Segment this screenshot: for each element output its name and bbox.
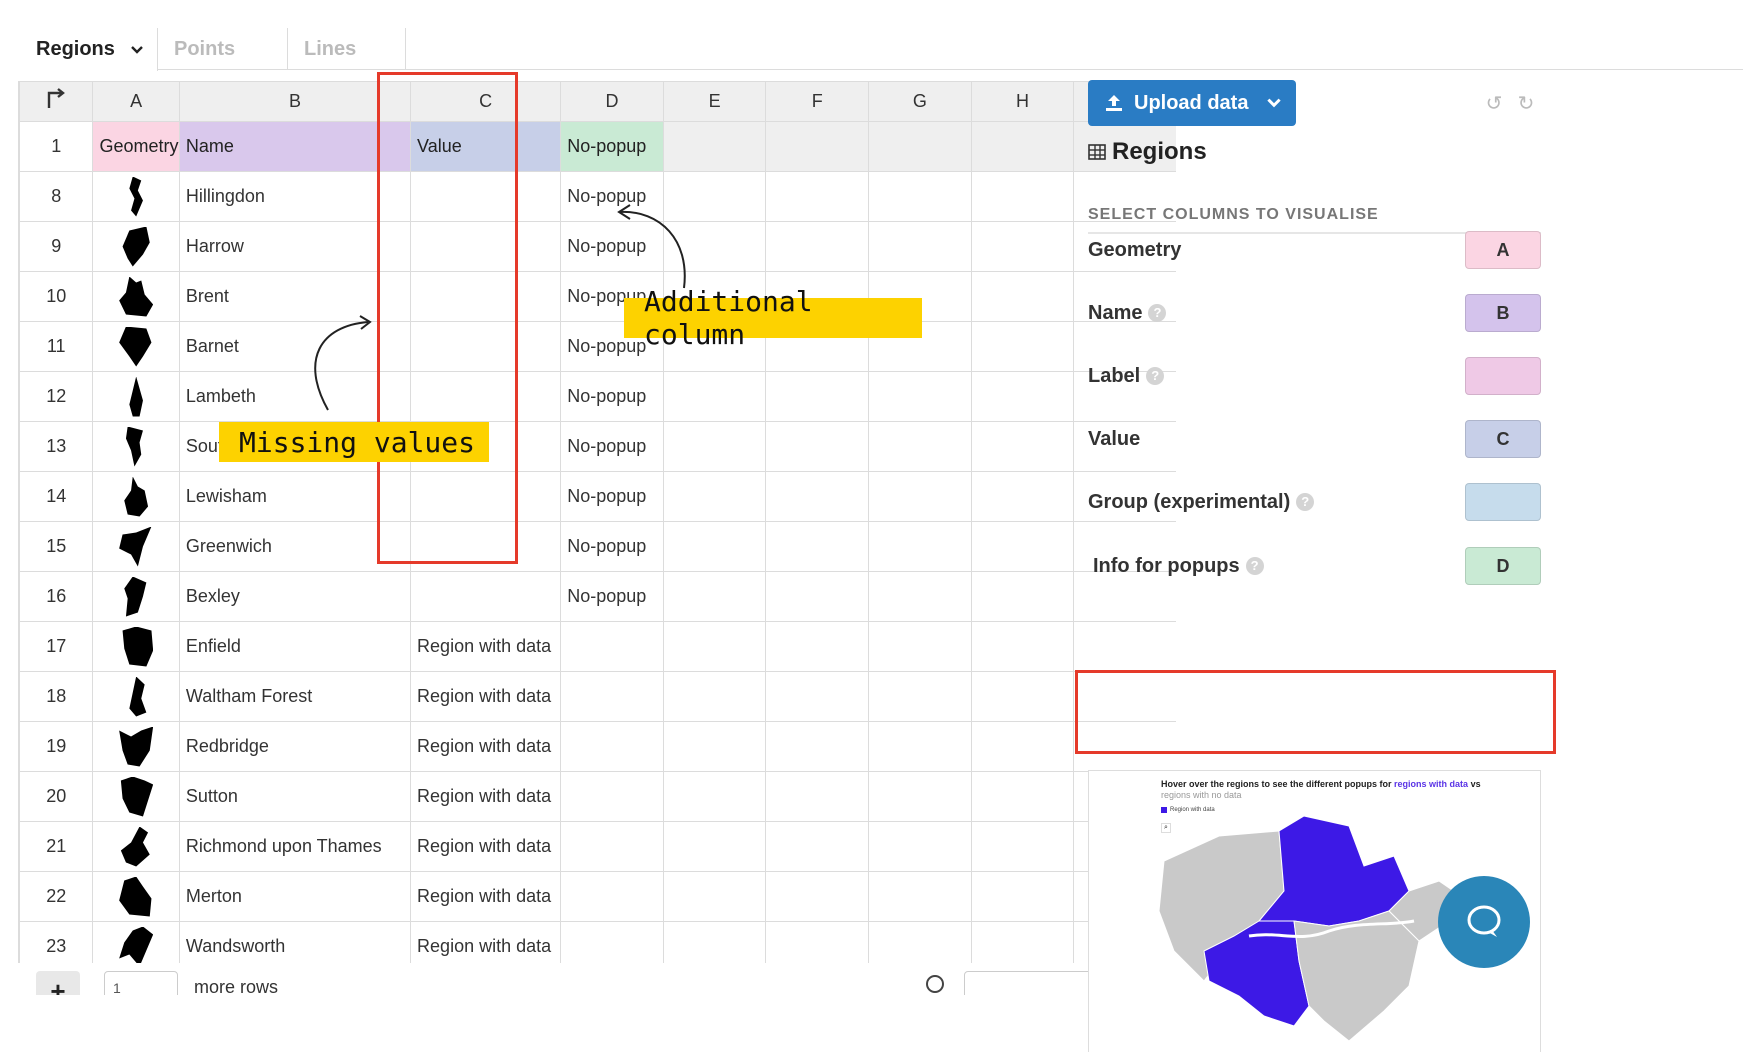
map-region-nodata (1293, 910, 1420, 1042)
settings-panel: Upload data ↺ ↻ Regions SELECT COLUMNS T… (1075, 80, 1743, 1052)
missing-values-annotation: Missing values (219, 422, 489, 462)
column-chip[interactable]: D (1465, 547, 1541, 585)
table-icon (1088, 144, 1106, 160)
column-select-label: Value (1088, 427, 1141, 450)
column-select-label: Name (1088, 301, 1143, 324)
column-select-label: Info for popups (1093, 554, 1240, 577)
column-select-label: Group (experimental) (1088, 490, 1291, 513)
additional-column-annotation: Additional column (624, 285, 922, 351)
upload-icon (1106, 95, 1122, 111)
panel-title: Regions (1088, 138, 1207, 166)
help-icon[interactable]: ? (1148, 304, 1167, 322)
search-icon (926, 975, 944, 993)
column-chip[interactable] (1465, 483, 1541, 521)
chat-launcher-button[interactable] (1438, 876, 1530, 968)
column-chip[interactable]: A (1465, 231, 1541, 269)
column-select-name: Name? B (1088, 293, 1541, 333)
add-rows-button[interactable]: + (36, 971, 80, 995)
upload-data-label: Upload data (1134, 91, 1249, 114)
help-icon[interactable]: ? (1146, 367, 1165, 385)
column-chip[interactable]: B (1465, 294, 1541, 332)
add-rows-count-input[interactable]: 1 (104, 971, 178, 995)
column-select-value: Value C (1088, 419, 1541, 459)
redo-icon[interactable]: ↻ (1516, 94, 1536, 114)
grid-footer: + 1 more rows (18, 963, 1176, 995)
column-chip[interactable] (1465, 357, 1541, 395)
chat-bubble-icon (1467, 905, 1501, 937)
column-select-label: Label (1088, 364, 1141, 387)
info-for-popups-highlight (1075, 670, 1556, 754)
upload-data-button[interactable]: Upload data (1088, 80, 1266, 126)
column-chip[interactable]: C (1465, 420, 1541, 458)
help-icon[interactable]: ? (1245, 557, 1264, 575)
column-select-label: Geometry (1088, 238, 1182, 261)
upload-options-dropdown[interactable] (1252, 80, 1296, 126)
help-icon[interactable]: ? (1296, 493, 1315, 511)
column-select-geometry: Geometry A (1088, 230, 1541, 270)
column-select-group-experimental: Group (experimental)? (1088, 482, 1541, 522)
more-rows-label: more rows (194, 977, 279, 995)
column-select-info-for-popups: Info for popups? D (1093, 546, 1541, 586)
panel-title-text: Regions (1112, 138, 1207, 165)
chevron-down-icon (1267, 98, 1281, 108)
column-select-label: Label? (1088, 356, 1541, 396)
undo-icon[interactable]: ↺ (1484, 94, 1504, 114)
